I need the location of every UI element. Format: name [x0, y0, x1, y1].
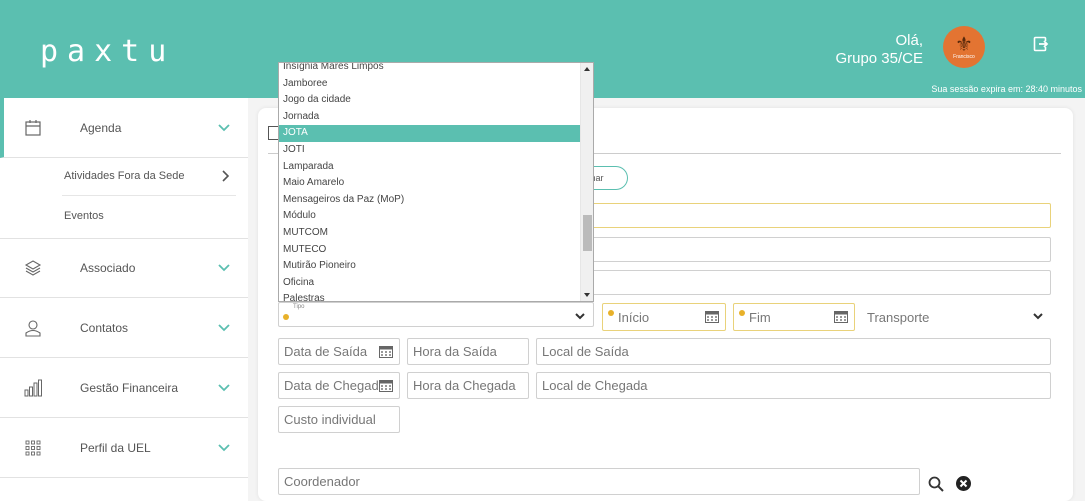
custo-individual-input[interactable]: Custo individual	[278, 406, 400, 433]
subitem-label-eventos: Eventos	[64, 210, 104, 222]
inicio-placeholder: Início	[618, 309, 650, 325]
sidebar-subitem-atividades[interactable]: Atividades Fora da Sede	[0, 156, 248, 196]
dropdown-option[interactable]: Mutirão Pioneiro	[279, 258, 581, 275]
chevron-down-icon	[218, 323, 230, 331]
dropdown-option[interactable]: Palestras	[279, 291, 581, 301]
session-timer: Sua sessão expira em: 28:40 minutos	[931, 84, 1082, 94]
data-chegada-placeholder: Data de Chegada	[284, 378, 386, 393]
app-logo[interactable]: paxtu	[40, 34, 175, 69]
chevron-right-icon	[222, 170, 230, 182]
grid-icon	[25, 440, 41, 455]
avatar-text: Francisco	[953, 53, 975, 60]
dropdown-option[interactable]: Insígnia Mares Limpos	[279, 63, 581, 76]
layers-icon	[24, 260, 42, 276]
dropdown-option[interactable]: Lamparada	[279, 159, 581, 176]
tipo-select[interactable]: Tipo	[278, 302, 594, 327]
dropdown-options: Insígnia Mares Limpos Jamboree Jogo da cid…	[279, 63, 581, 301]
user-greeting: Olá, Grupo 35/CE	[835, 32, 923, 68]
dropdown-option[interactable]: Oficina	[279, 275, 581, 292]
dropdown-option[interactable]: Jamboree	[279, 76, 581, 93]
dropdown-option[interactable]: JOTA	[279, 125, 581, 142]
sidebar-item-associado[interactable]: Associado	[0, 238, 248, 298]
sidebar-label-perfil: Perfil da UEL	[80, 440, 151, 455]
logout-icon[interactable]	[1033, 36, 1049, 52]
hora-saida-placeholder: Hora da Saída	[413, 344, 497, 359]
fim-date-input[interactable]: Fim	[733, 303, 855, 331]
hora-chegada-placeholder: Hora da Chegada	[413, 378, 516, 393]
local-chegada-placeholder: Local de Chegada	[542, 378, 648, 393]
calendar-icon	[25, 119, 41, 136]
sidebar-item-perfil-uel[interactable]: Perfil da UEL	[0, 418, 248, 478]
sidebar-label-contatos: Contatos	[80, 320, 129, 335]
text-input-2[interactable]	[590, 237, 1051, 262]
dropdown-option[interactable]: Jogo da cidade	[279, 92, 581, 109]
coordenador-placeholder: Coordenador	[284, 474, 360, 489]
data-saida-input[interactable]: Data de Saída	[278, 338, 400, 365]
required-dot-icon	[608, 310, 614, 316]
fleur-de-lis-icon: ⚜	[955, 33, 973, 56]
fim-placeholder: Fim	[749, 309, 771, 325]
local-chegada-input[interactable]: Local de Chegada	[536, 372, 1051, 399]
search-icon[interactable]	[928, 476, 944, 492]
subitem-label-atividades: Atividades Fora da Sede	[64, 170, 185, 182]
calendar-icon[interactable]	[834, 310, 848, 323]
sidebar-label-gestao: Gestão Financeira	[80, 380, 179, 395]
scroll-down-icon[interactable]	[584, 293, 590, 297]
tipo-dropdown-list[interactable]: Insígnia Mares Limpos Jamboree Jogo da cid…	[278, 62, 594, 302]
dropdown-option[interactable]: MUTCOM	[279, 225, 581, 242]
dropdown-option[interactable]: Mensageiros da Paz (MoP)	[279, 192, 581, 209]
chevron-down-icon	[1033, 313, 1043, 320]
tipo-label: Tipo	[293, 304, 305, 310]
sidebar-label-associado: Associado	[80, 261, 136, 275]
sidebar-label-agenda: Agenda	[80, 120, 122, 135]
custo-placeholder: Custo individual	[284, 412, 376, 427]
chevron-down-icon	[218, 264, 230, 272]
calendar-icon[interactable]	[379, 379, 393, 392]
inicio-date-input[interactable]: Início	[602, 303, 726, 331]
local-saida-placeholder: Local de Saída	[542, 344, 629, 359]
hora-chegada-input[interactable]: Hora da Chegada	[407, 372, 529, 399]
coordenador-input[interactable]: Coordenador	[278, 468, 920, 495]
data-chegada-input[interactable]: Data de Chegada	[278, 372, 400, 399]
dropdown-scrollbar[interactable]	[580, 63, 593, 301]
transporte-select[interactable]: Transporte	[862, 303, 1051, 331]
text-input-3[interactable]	[590, 270, 1051, 295]
close-icon[interactable]	[956, 476, 971, 491]
sidebar-item-gestao-financeira[interactable]: Gestão Financeira	[0, 358, 248, 418]
greeting-line2: Grupo 35/CE	[835, 50, 923, 67]
name-input[interactable]	[590, 203, 1051, 228]
sidebar: Agenda Atividades Fora da Sede Eventos A…	[0, 98, 248, 501]
sidebar-item-contatos[interactable]: Contatos	[0, 298, 248, 358]
transporte-value: Transporte	[867, 309, 930, 325]
chevron-down-icon	[218, 123, 230, 131]
dropdown-option[interactable]: JOTI	[279, 142, 581, 159]
dropdown-option[interactable]: Maio Amarelo	[279, 175, 581, 192]
calendar-icon[interactable]	[379, 345, 393, 358]
chevron-down-icon	[218, 443, 230, 451]
dropdown-option[interactable]: Módulo	[279, 208, 581, 225]
sidebar-item-agenda[interactable]: Agenda	[0, 98, 248, 158]
scroll-up-icon[interactable]	[584, 67, 590, 71]
sidebar-subitem-eventos[interactable]: Eventos	[0, 196, 248, 236]
chevron-down-icon	[575, 313, 585, 320]
hora-saida-input[interactable]: Hora da Saída	[407, 338, 529, 365]
greeting-line1: Olá,	[895, 32, 923, 49]
dropdown-option[interactable]: MUTECO	[279, 242, 581, 259]
avatar[interactable]: ⚜ Francisco	[943, 26, 985, 68]
bar-chart-icon	[24, 379, 42, 396]
local-saida-input[interactable]: Local de Saída	[536, 338, 1051, 365]
data-saida-placeholder: Data de Saída	[284, 344, 368, 359]
dropdown-option[interactable]: Jornada	[279, 109, 581, 126]
scrollbar-thumb[interactable]	[583, 215, 592, 251]
required-dot-icon	[283, 314, 289, 320]
required-dot-icon	[739, 310, 745, 316]
calendar-icon[interactable]	[705, 310, 719, 323]
chevron-down-icon	[218, 383, 230, 391]
user-icon	[25, 319, 41, 337]
